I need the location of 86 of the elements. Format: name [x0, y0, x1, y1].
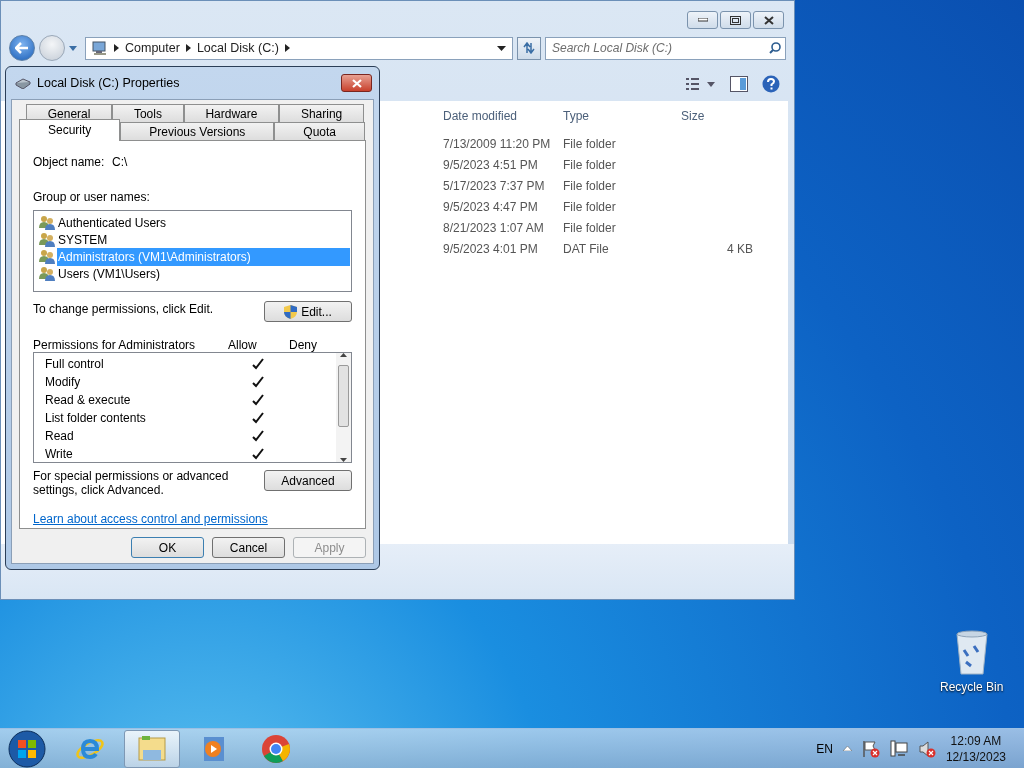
type-cell: File folder	[563, 178, 616, 193]
scroll-down-arrow-icon	[340, 458, 347, 462]
date-cell: 9/5/2023 4:51 PM	[443, 157, 538, 172]
show-hidden-icons-icon[interactable]	[842, 746, 852, 751]
start-button-icon[interactable]	[8, 729, 46, 768]
action-center-icon[interactable]	[861, 739, 880, 758]
breadcrumb-item[interactable]: Computer	[125, 38, 180, 58]
group-label: Group or user names:	[33, 189, 151, 206]
advanced-button[interactable]: Advanced	[264, 470, 352, 491]
users-icon	[39, 266, 55, 281]
close-icon	[351, 78, 362, 88]
breadcrumb-item[interactable]: Local Disk (C:)	[196, 38, 279, 58]
user-list[interactable]: Authenticated Users SYSTEM Administrators (VM1\Administrators) Users (VM1\Users)	[33, 210, 352, 292]
clock[interactable]: 12:09 AM 12/13/2023	[945, 732, 1006, 765]
object-name-label: Object name:	[33, 154, 106, 171]
language-indicator[interactable]: EN	[816, 739, 833, 758]
minimize-icon	[697, 18, 708, 22]
computer-icon	[92, 41, 108, 55]
dialog-button[interactable]: OK	[131, 537, 204, 558]
permission-name: List folder contents	[45, 411, 146, 425]
type-cell: File folder	[563, 136, 616, 151]
type-cell: DAT File	[563, 241, 609, 256]
refresh-icon	[522, 42, 536, 54]
back-arrow-icon	[15, 42, 29, 54]
permission-name: Modify	[45, 375, 81, 389]
tab[interactable]: Security	[19, 119, 121, 141]
desktop-icon-label[interactable]: Recycle Bin	[940, 678, 1004, 696]
permission-name: Read	[45, 429, 74, 443]
instruction-text: For special permissions or advanced settings, click Advanced.	[33, 469, 230, 497]
chrome-icon	[261, 733, 291, 764]
folder-icon	[137, 733, 167, 764]
back-button[interactable]	[9, 35, 35, 61]
close-button[interactable]	[341, 74, 372, 92]
users-icon	[39, 232, 55, 247]
dialog-title: Local Disk (C:) Properties	[37, 74, 180, 92]
speaker-muted-icon[interactable]	[917, 739, 936, 758]
search-box[interactable]: Search Local Disk (C:)	[545, 36, 786, 60]
scrollbar[interactable]	[336, 353, 351, 462]
recycle-bin-icon[interactable]	[953, 630, 990, 676]
dropdown-arrow-icon[interactable]	[497, 45, 506, 51]
edit-button[interactable]: Edit...	[264, 301, 352, 322]
column-header[interactable]: Type	[563, 109, 589, 123]
scroll-up-arrow-icon	[340, 353, 347, 357]
users-icon	[39, 215, 55, 230]
permission-name: Read & execute	[45, 393, 131, 407]
type-cell: File folder	[563, 157, 616, 172]
column-header[interactable]: Size	[681, 109, 705, 123]
help-link[interactable]: Learn about access control and permissions	[33, 510, 268, 528]
restore-icon	[730, 15, 741, 25]
view-options-icon[interactable]	[686, 78, 716, 90]
type-cell: File folder	[563, 199, 616, 214]
object-name-value: C:\	[112, 154, 128, 171]
help-icon[interactable]	[762, 75, 780, 93]
breadcrumb-arrow-icon[interactable]	[185, 44, 191, 52]
network-icon[interactable]	[889, 739, 908, 758]
date-cell: 9/5/2023 4:47 PM	[443, 199, 538, 214]
list-item[interactable]: Users (VM1\Users)	[57, 264, 161, 283]
type-cell: File folder	[563, 220, 616, 235]
breadcrumb-arrow-icon[interactable]	[284, 44, 290, 52]
permissions-label: Permissions for Administrators	[33, 337, 197, 352]
search-icon	[769, 42, 781, 54]
permission-name: Write	[45, 447, 73, 461]
list-item[interactable]: SYSTEM	[57, 230, 109, 249]
date-cell: 5/17/2023 7:37 PM	[443, 178, 545, 193]
size-cell: 4 KB	[727, 241, 753, 256]
refresh-button[interactable]	[517, 36, 541, 60]
drive-icon	[15, 77, 31, 89]
permission-name: Full control	[45, 357, 104, 371]
date-cell: 7/13/2009 11:20 PM	[443, 136, 551, 151]
shield-icon	[284, 304, 298, 319]
dialog-button[interactable]: Cancel	[212, 537, 285, 558]
list-item[interactable]: Authenticated Users	[57, 213, 168, 232]
column-label: Deny	[289, 337, 317, 352]
users-icon	[39, 249, 55, 264]
column-header[interactable]: Date modified	[443, 109, 518, 123]
close-button[interactable]	[753, 11, 784, 29]
column-label: Allow	[228, 337, 258, 352]
close-icon	[763, 15, 774, 25]
instruction-text: To change permissions, click Edit.	[33, 301, 214, 318]
breadcrumb-arrow-icon	[114, 44, 119, 52]
date-cell: 8/21/2023 1:07 AM	[443, 220, 544, 235]
address-bar[interactable]: Computer Local Disk (C:)	[85, 36, 513, 60]
taskbar-button[interactable]	[124, 729, 180, 768]
date-cell: 9/5/2023 4:01 PM	[443, 241, 538, 256]
preview-pane-icon[interactable]	[730, 76, 748, 92]
restore-button[interactable]	[720, 11, 751, 29]
